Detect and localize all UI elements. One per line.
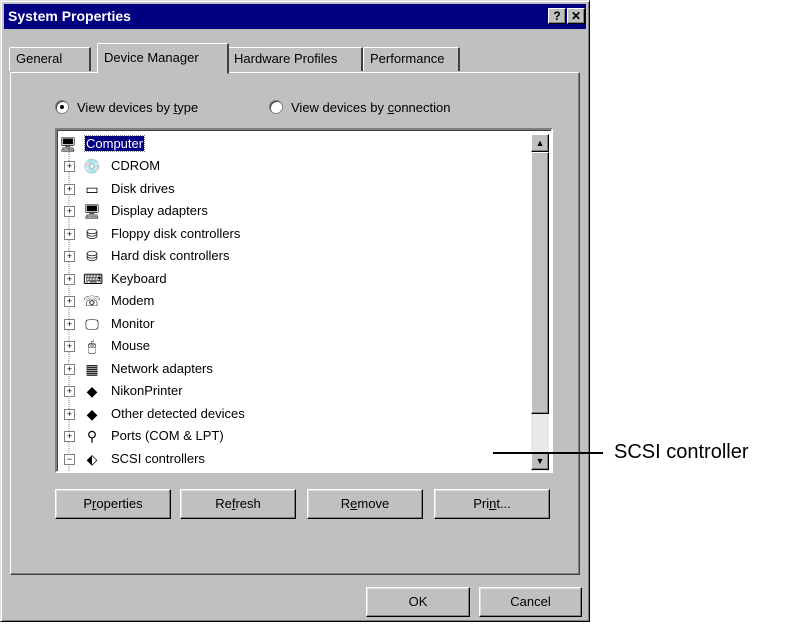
expand-icon[interactable]: + (64, 183, 75, 195)
expand-icon[interactable]: + (64, 296, 75, 307)
monitor-icon: 🖵 (85, 315, 99, 332)
title-bar[interactable]: System Properties ? ✕ (4, 4, 586, 29)
tree-item-label: CDROM (111, 158, 161, 173)
tab-device-manager-label: Device Manager (104, 50, 199, 65)
modem-icon: ☏ (83, 293, 101, 309)
tree-root-label: Computer (83, 135, 146, 152)
system-properties-window: System Properties ? ✕ General Device Man… (0, 0, 590, 622)
keyboard-icon: ⌨ (83, 270, 104, 287)
tree-item-label: SCSI controllers (111, 450, 205, 466)
properties-label-a: P (83, 496, 93, 511)
callout-line (493, 452, 603, 454)
tab-hardware-profiles[interactable]: Hardware Profiles (227, 47, 363, 71)
refresh-button[interactable]: Refresh (180, 489, 296, 519)
collapse-icon[interactable]: − (64, 453, 75, 465)
tab-performance[interactable]: Performance (363, 47, 460, 71)
scroll-down-button[interactable]: ▼ (531, 452, 549, 470)
print-label-a: Pri (473, 496, 490, 511)
hard-disk-icon: ⛁ (86, 248, 98, 264)
tree-item-label: Ports (COM & LPT) (111, 428, 224, 443)
properties-button[interactable]: Properties (55, 489, 171, 519)
view-by-connection-label-b: onnection (394, 100, 451, 115)
tree-item-label: Keyboard (111, 270, 167, 286)
expand-icon[interactable]: + (64, 386, 75, 397)
display-icon: 🖥 (83, 203, 101, 219)
expand-icon[interactable]: + (64, 363, 75, 375)
tab-device-manager[interactable]: Device Manager (97, 43, 229, 74)
expand-icon[interactable]: + (64, 228, 75, 240)
refresh-label-b: resh (235, 496, 261, 511)
expand-icon[interactable]: + (64, 251, 75, 262)
print-label-b: t... (496, 496, 511, 511)
port-icon: ⚲ (86, 428, 98, 444)
view-by-connection-label-a: View devices by (291, 100, 388, 115)
expand-icon[interactable]: + (64, 341, 75, 352)
expand-icon[interactable]: + (64, 318, 75, 330)
scroll-thumb[interactable] (531, 152, 549, 414)
properties-label-b: operties (96, 496, 143, 511)
cdrom-icon: 💿 (83, 158, 101, 174)
remove-button[interactable]: Remove (307, 489, 423, 519)
view-by-connection-radio[interactable]: View devices by connection (269, 97, 450, 119)
radio-selected-icon (55, 100, 69, 114)
window-title: System Properties (8, 8, 131, 24)
expand-icon[interactable]: + (64, 408, 75, 420)
disk-drive-icon: ▭ (85, 180, 99, 197)
radio-unselected-icon (269, 100, 283, 114)
help-button[interactable]: ? (548, 8, 566, 24)
tree-item-label: Monitor (111, 315, 155, 331)
other-device-icon: ◆ (86, 405, 98, 422)
remove-label-b: move (357, 496, 390, 511)
view-by-type-radio[interactable]: View devices by type (55, 97, 198, 119)
expand-icon[interactable]: + (64, 273, 75, 285)
expand-icon[interactable]: + (64, 206, 75, 217)
view-by-type-label-b: ype (177, 100, 199, 115)
remove-label-a: R (340, 496, 351, 511)
expand-icon[interactable]: + (64, 161, 75, 172)
cancel-button[interactable]: Cancel (479, 587, 582, 617)
computer-icon: 🖥 (59, 136, 77, 152)
network-adapter-icon: ▦ (85, 360, 99, 377)
mouse-icon: 🖱 (87, 338, 97, 354)
tree-item-label: Display adapters (111, 203, 208, 218)
expand-icon[interactable]: + (64, 431, 75, 442)
tree-item-label: NikonPrinter (111, 383, 183, 398)
tree-item-label: Adaptec AHA-154X Plug and Play SCSI Host… (135, 470, 444, 471)
tree-item-label: Other detected devices (111, 405, 245, 421)
tree-item-label: Hard disk controllers (111, 248, 230, 263)
print-button[interactable]: Print... (434, 489, 550, 519)
scsi-icon: ⬖ (86, 450, 98, 467)
device-tree[interactable]: 🖥 Computer + 💿 CDROM + ▭ Disk drives + 🖥 Display… (55, 128, 553, 473)
tree-item-label: Floppy disk controllers (111, 225, 241, 241)
vertical-scrollbar[interactable]: ▲ ▼ (531, 134, 549, 471)
tree-item-label: Disk drives (111, 180, 175, 196)
ok-button[interactable]: OK (366, 587, 470, 617)
printer-icon: ◆ (86, 383, 98, 399)
tab-general[interactable]: General (9, 47, 91, 71)
refresh-label-a: Re (215, 496, 232, 511)
tab-hardware-profiles-label: Hardware Profiles (234, 51, 338, 66)
tree-item-label: Modem (111, 293, 155, 308)
tree-item-label: Network adapters (111, 360, 213, 376)
scsi-adapter-icon: ⬖ (107, 472, 125, 473)
floppy-controller-icon: ⛁ (86, 225, 98, 242)
callout-label: SCSI controller (614, 441, 749, 463)
tree-item-label: Mouse (111, 338, 151, 353)
tab-general-label: General (16, 51, 63, 66)
view-by-type-label-a: View devices by (77, 100, 174, 115)
tab-performance-label: Performance (370, 51, 445, 66)
scroll-up-button[interactable]: ▲ (531, 134, 549, 152)
close-button[interactable]: ✕ (567, 8, 585, 24)
